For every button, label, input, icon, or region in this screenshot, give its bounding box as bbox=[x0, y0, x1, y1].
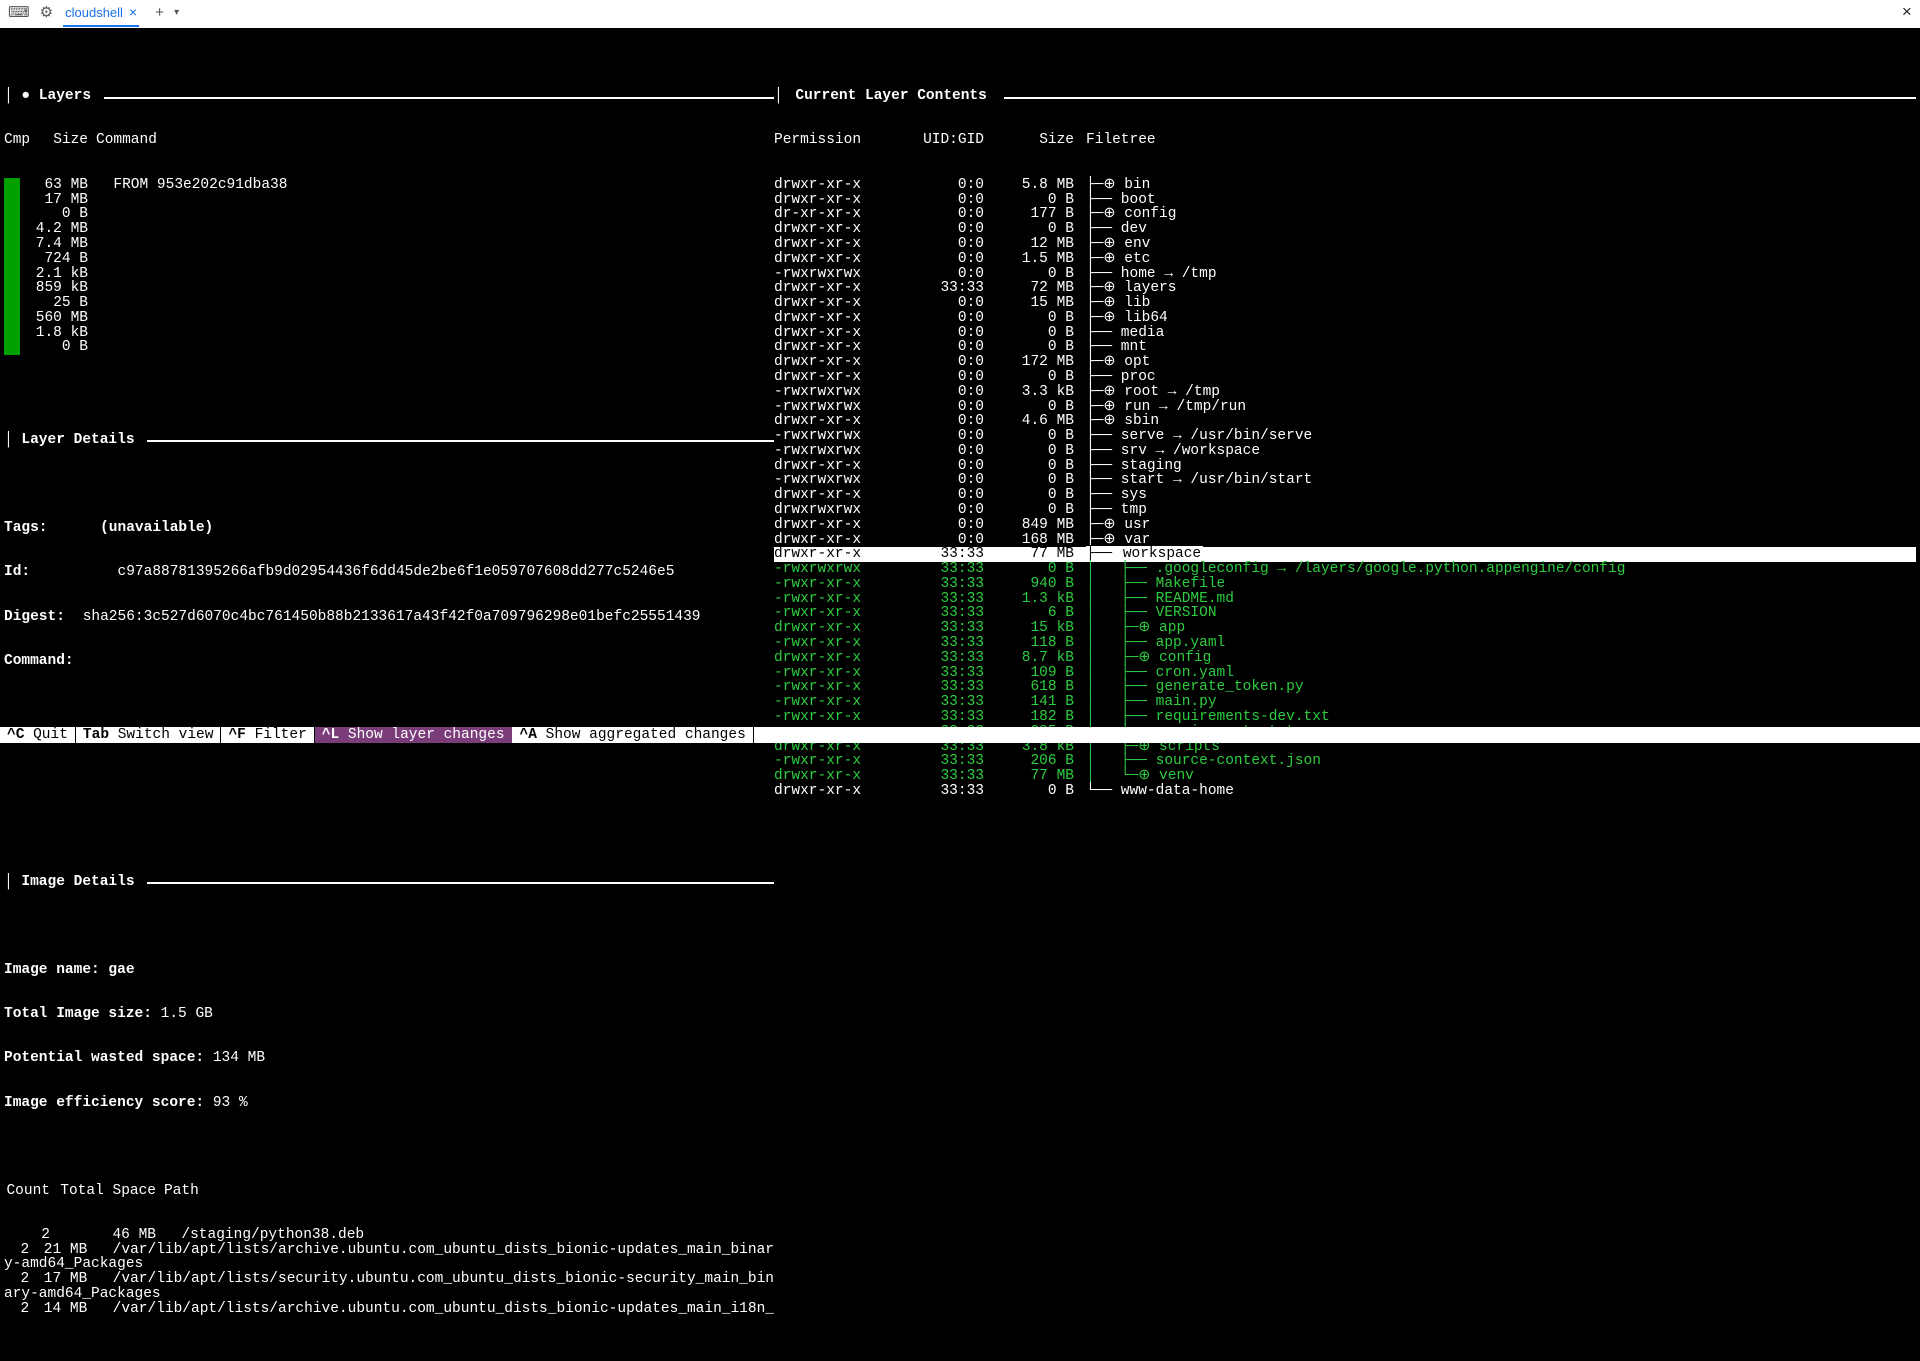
gear-icon[interactable]: ⚙ bbox=[40, 6, 53, 21]
layer-row[interactable]: 0 B bbox=[4, 207, 774, 222]
image-details-header: │ Image Details bbox=[4, 875, 774, 890]
file-row[interactable]: drwxr-xr-x0:00 B├── boot bbox=[774, 193, 1916, 208]
file-row[interactable]: drwxr-xr-x0:04.6 MB├─⊕ sbin bbox=[774, 414, 1916, 429]
file-row[interactable]: drwxr-xr-x33:338.7 kB│ ├─⊕ config bbox=[774, 651, 1916, 666]
file-row[interactable]: drwxr-xr-x0:00 B├── dev bbox=[774, 222, 1916, 237]
file-row[interactable]: drwxr-xr-x0:0849 MB├─⊕ usr bbox=[774, 518, 1916, 533]
waste-row: 221 MB /var/lib/apt/lists/archive.ubuntu… bbox=[4, 1243, 774, 1258]
file-row[interactable]: -rwxr-xr-x33:33118 B│ ├── app.yaml bbox=[774, 636, 1916, 651]
tab-overflow-icon[interactable]: ▾ bbox=[174, 9, 179, 19]
layer-row[interactable]: 724 B bbox=[4, 252, 774, 267]
layer-row[interactable]: 25 B bbox=[4, 296, 774, 311]
file-row[interactable]: drwxr-xr-x0:0168 MB├─⊕ var bbox=[774, 533, 1916, 548]
file-row[interactable]: drwxr-xr-x0:00 B├── mnt bbox=[774, 340, 1916, 355]
file-row[interactable]: -rwxrwxrwx0:00 B├─⊕ run → /tmp/run bbox=[774, 400, 1916, 415]
detail-id: Id: c97a88781395266afb9d02954436f6dd45de… bbox=[4, 565, 774, 580]
file-row[interactable]: drwxr-xr-x0:00 B├── sys bbox=[774, 488, 1916, 503]
layers-columns: Cmp Size Command bbox=[4, 133, 774, 148]
footer-bar: ^C Quit Tab Switch view ^F Filter ^L Sho… bbox=[0, 727, 1920, 743]
file-row[interactable]: drwxr-xr-x0:015 MB├─⊕ lib bbox=[774, 296, 1916, 311]
file-row[interactable]: -rwxrwxrwx0:00 B├── serve → /usr/bin/ser… bbox=[774, 429, 1916, 444]
left-panel: │ ● Layers Cmp Size Command 63 MB FROM 9… bbox=[4, 60, 774, 1347]
window-chrome: ⌨ ⚙ cloudshell × + ▾ × bbox=[0, 0, 1920, 28]
tab-label: cloudshell bbox=[65, 6, 123, 19]
waste-row-cont: y-amd64_Packages bbox=[4, 1257, 774, 1272]
file-row[interactable]: -rwxrwxrwx0:00 B├── srv → /workspace bbox=[774, 444, 1916, 459]
file-row[interactable]: -rwxr-xr-x33:33109 B│ ├── cron.yaml bbox=[774, 666, 1916, 681]
waste-row: 217 MB /var/lib/apt/lists/security.ubunt… bbox=[4, 1272, 774, 1287]
layers-header: │ ● Layers bbox=[4, 89, 774, 104]
files-list[interactable]: drwxr-xr-x0:05.8 MB├─⊕ bindrwxr-xr-x0:00… bbox=[774, 178, 1916, 799]
add-tab-icon[interactable]: + bbox=[155, 6, 164, 21]
file-row[interactable]: -rwxrwxrwx0:00 B├── home → /tmp bbox=[774, 267, 1916, 282]
file-row[interactable]: -rwxr-xr-x33:33141 B│ ├── main.py bbox=[774, 695, 1916, 710]
footer-quit[interactable]: ^C Quit bbox=[0, 727, 76, 743]
file-row[interactable]: -rwxrwxrwx33:330 B│ ├── .googleconfig → … bbox=[774, 562, 1916, 577]
waste-row: 246 MB /staging/python38.deb bbox=[4, 1228, 774, 1243]
layer-row[interactable]: 1.8 kB bbox=[4, 326, 774, 341]
file-row[interactable]: drwxr-xr-x0:00 B├── proc bbox=[774, 370, 1916, 385]
detail-digest: Digest: sha256:3c527d6070c4bc761450b88b2… bbox=[4, 610, 774, 625]
file-row[interactable]: drwxr-xr-x0:01.5 MB├─⊕ etc bbox=[774, 252, 1916, 267]
waste-row-cont: ary-amd64_Packages bbox=[4, 1287, 774, 1302]
layer-row[interactable]: 17 MB bbox=[4, 193, 774, 208]
file-row[interactable]: drwxr-xr-x33:3377 MB│ └─⊕ venv bbox=[774, 769, 1916, 784]
right-panel: │ Current Layer Contents Permission UID:… bbox=[774, 60, 1916, 1347]
file-row[interactable]: drwxr-xr-x0:00 B├─⊕ lib64 bbox=[774, 311, 1916, 326]
file-row[interactable]: -rwxr-xr-x33:331.3 kB│ ├── README.md bbox=[774, 592, 1916, 607]
contents-header: │ Current Layer Contents bbox=[774, 89, 1916, 104]
file-row[interactable]: -rwxrwxrwx0:03.3 kB├─⊕ root → /tmp bbox=[774, 385, 1916, 400]
layer-row[interactable]: 7.4 MB bbox=[4, 237, 774, 252]
file-row[interactable]: -rwxr-xr-x33:336 B│ ├── VERSION bbox=[774, 606, 1916, 621]
image-efficiency: Image efficiency score: 93 % bbox=[4, 1096, 774, 1111]
footer-switch[interactable]: Tab Switch view bbox=[76, 727, 222, 743]
file-row[interactable]: drwxr-xr-x0:00 B├── media bbox=[774, 326, 1916, 341]
footer-layer-changes[interactable]: ^L Show layer changes bbox=[315, 727, 513, 743]
file-row[interactable]: drwxr-xr-x33:3315 kB│ ├─⊕ app bbox=[774, 621, 1916, 636]
file-row[interactable]: drwxr-xr-x0:012 MB├─⊕ env bbox=[774, 237, 1916, 252]
files-columns: Permission UID:GID Size Filetree bbox=[774, 133, 1916, 148]
close-tab-icon[interactable]: × bbox=[129, 5, 137, 19]
image-wasted: Potential wasted space: 134 MB bbox=[4, 1051, 774, 1066]
file-row[interactable]: drwxr-xr-x33:330 B└── www-data-home bbox=[774, 784, 1916, 799]
file-row[interactable]: -rwxr-xr-x33:33940 B│ ├── Makefile bbox=[774, 577, 1916, 592]
layer-row[interactable]: 859 kB bbox=[4, 281, 774, 296]
keyboard-icon[interactable]: ⌨ bbox=[8, 6, 30, 21]
layer-details-header: │ Layer Details bbox=[4, 433, 774, 448]
detail-command: Command: bbox=[4, 654, 774, 669]
tab-cloudshell[interactable]: cloudshell × bbox=[63, 1, 139, 26]
file-row[interactable]: -rwxr-xr-x33:33618 B│ ├── generate_token… bbox=[774, 680, 1916, 695]
layers-list[interactable]: 63 MB FROM 953e202c91dba38 17 MB 0 B 4.2… bbox=[4, 178, 774, 355]
file-row[interactable]: -rwxr-xr-x33:33182 B│ ├── requirements-d… bbox=[774, 710, 1916, 725]
file-row[interactable]: drwxr-xr-x0:05.8 MB├─⊕ bin bbox=[774, 178, 1916, 193]
waste-columns: Count Total Space Path bbox=[4, 1184, 774, 1199]
layer-row[interactable]: 4.2 MB bbox=[4, 222, 774, 237]
file-row[interactable]: -rwxrwxrwx0:00 B├── start → /usr/bin/sta… bbox=[774, 473, 1916, 488]
file-row[interactable]: drwxr-xr-x0:00 B├── staging bbox=[774, 459, 1916, 474]
footer-aggregated[interactable]: ^A Show aggregated changes bbox=[513, 727, 754, 743]
file-row[interactable]: drwxrwxrwx0:00 B├── tmp bbox=[774, 503, 1916, 518]
footer-filter[interactable]: ^F Filter bbox=[221, 727, 314, 743]
layer-row[interactable]: 0 B bbox=[4, 340, 774, 355]
file-row[interactable]: drwxr-xr-x33:3372 MB├─⊕ layers bbox=[774, 281, 1916, 296]
terminal[interactable]: │ ● Layers Cmp Size Command 63 MB FROM 9… bbox=[0, 28, 1920, 1361]
layer-row[interactable]: 2.1 kB bbox=[4, 267, 774, 282]
file-row[interactable]: drwxr-xr-x0:0172 MB├─⊕ opt bbox=[774, 355, 1916, 370]
waste-row: 214 MB /var/lib/apt/lists/archive.ubuntu… bbox=[4, 1302, 774, 1317]
detail-tags: Tags: (unavailable) bbox=[4, 521, 774, 536]
waste-list: 246 MB /staging/python38.deb221 MB /var/… bbox=[4, 1228, 774, 1317]
image-size: Total Image size: 1.5 GB bbox=[4, 1007, 774, 1022]
layer-row[interactable]: 560 MB bbox=[4, 311, 774, 326]
image-name: Image name: gae bbox=[4, 963, 774, 978]
window-close-icon[interactable]: × bbox=[1902, 5, 1912, 22]
file-row[interactable]: -rwxr-xr-x33:33206 B│ ├── source-context… bbox=[774, 754, 1916, 769]
file-row[interactable]: drwxr-xr-x33:3377 MB├── workspace bbox=[774, 547, 1916, 562]
file-row[interactable]: dr-xr-xr-x0:0177 B├─⊕ config bbox=[774, 207, 1916, 222]
layer-row[interactable]: 63 MB FROM 953e202c91dba38 bbox=[4, 178, 774, 193]
